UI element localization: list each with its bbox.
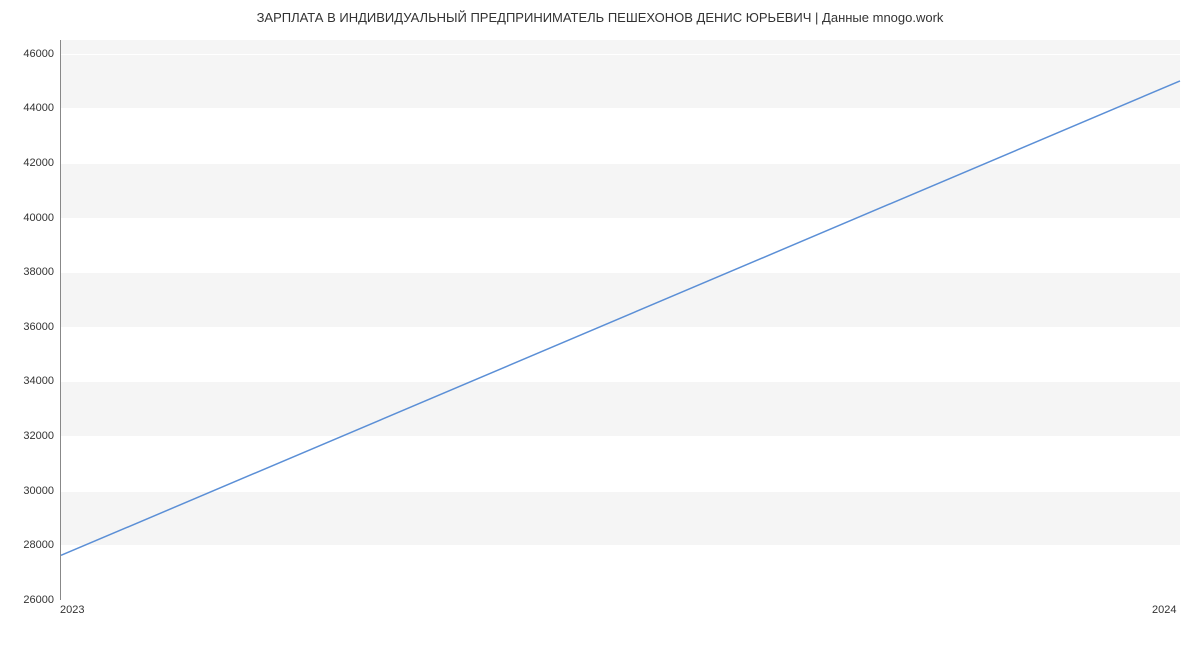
chart-title: ЗАРПЛАТА В ИНДИВИДУАЛЬНЫЙ ПРЕДПРИНИМАТЕЛ…: [0, 10, 1200, 25]
y-gridline: [61, 600, 1180, 601]
salary-line-chart: ЗАРПЛАТА В ИНДИВИДУАЛЬНЫЙ ПРЕДПРИНИМАТЕЛ…: [0, 0, 1200, 650]
y-tick-label: 34000: [4, 375, 54, 387]
y-tick-label: 30000: [4, 485, 54, 497]
y-tick-label: 44000: [4, 102, 54, 114]
x-tick-1: 2024: [1152, 604, 1176, 616]
y-tick-label: 40000: [4, 212, 54, 224]
y-tick-label: 42000: [4, 157, 54, 169]
y-tick-label: 26000: [4, 594, 54, 606]
series-line: [61, 81, 1180, 555]
y-tick-label: 36000: [4, 321, 54, 333]
y-tick-label: 46000: [4, 48, 54, 60]
y-tick-label: 28000: [4, 539, 54, 551]
y-tick-label: 32000: [4, 430, 54, 442]
line-layer: [61, 40, 1180, 599]
plot-area: [60, 40, 1180, 600]
x-tick-0: 2023: [60, 604, 84, 616]
y-tick-label: 38000: [4, 266, 54, 278]
